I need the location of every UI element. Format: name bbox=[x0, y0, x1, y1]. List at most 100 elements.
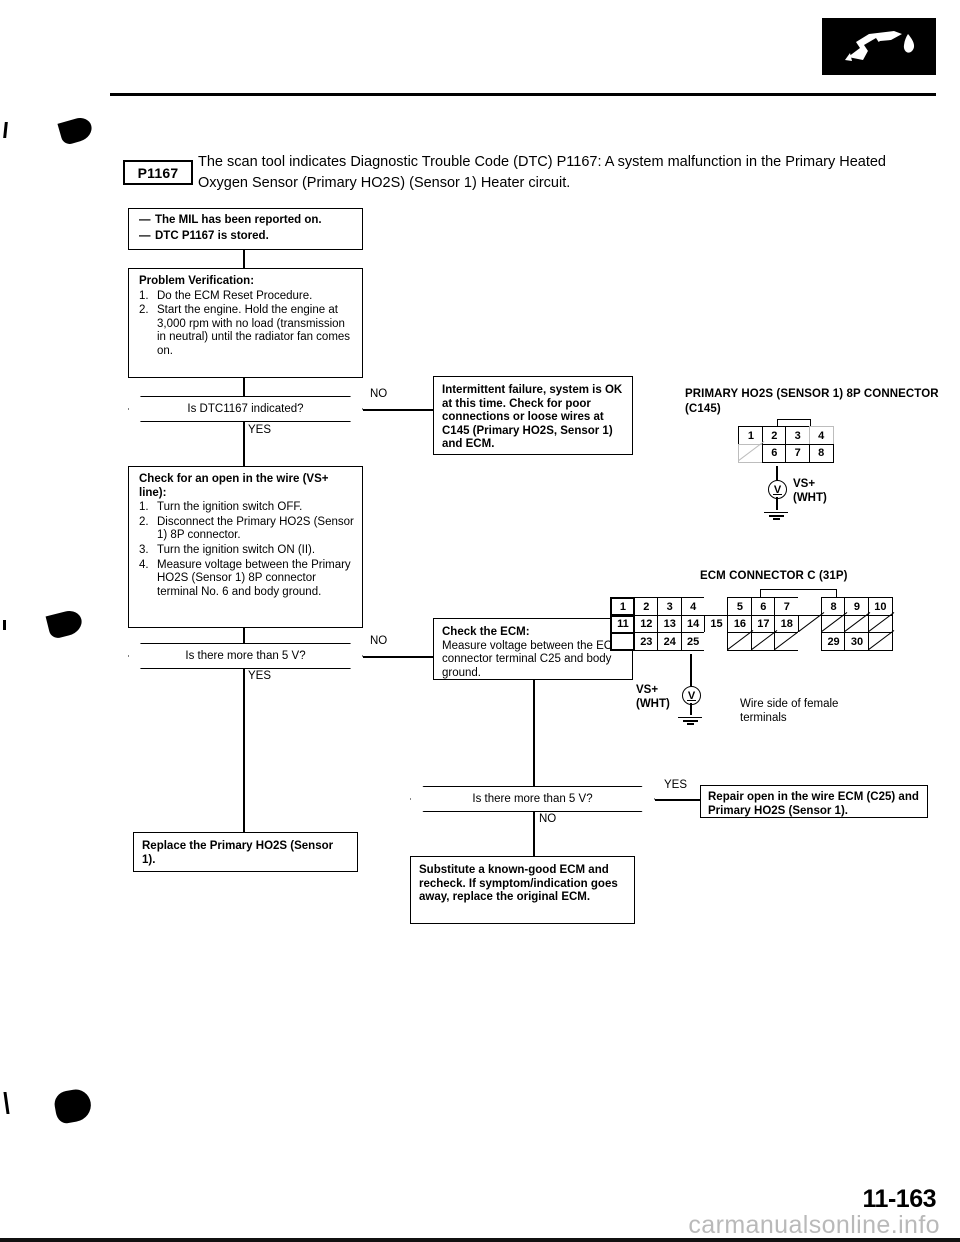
terminal-cell: 5 bbox=[727, 597, 753, 617]
list-item: 2. Disconnect the Primary HO2S (Sensor 1… bbox=[139, 516, 354, 543]
terminal-cell-blank bbox=[867, 632, 893, 652]
terminal-cell: 10 bbox=[867, 597, 893, 617]
flow-connector bbox=[243, 422, 245, 466]
manual-page: P1167 The scan tool indicates Diagnostic… bbox=[0, 0, 960, 1242]
check-open-wire-box: Check for an open in the wire (VS+ line)… bbox=[128, 466, 363, 628]
connector-row-bottom: 6 7 8 bbox=[738, 443, 834, 463]
box-text: Intermittent failure, system is OK at th… bbox=[442, 384, 623, 451]
terminal-gap bbox=[704, 597, 730, 617]
flow-connector bbox=[243, 378, 245, 396]
terminal-cell: 3 bbox=[785, 426, 811, 446]
list-item: 4. Measure voltage between the Primary H… bbox=[139, 559, 354, 600]
flow-connector bbox=[243, 628, 245, 643]
step-number: 4. bbox=[139, 558, 149, 571]
vs-plus-label-ecm: VS+ (WHT) bbox=[636, 683, 670, 711]
signal-name: VS+ bbox=[793, 478, 816, 490]
flow-connector bbox=[533, 680, 535, 786]
symptom-list: The MIL has been reported on. DTC P1167 … bbox=[139, 214, 354, 243]
step-number: 2. bbox=[139, 515, 149, 528]
step-text: Turn the ignition switch OFF. bbox=[157, 501, 303, 514]
terminal-cell: 2 bbox=[761, 426, 787, 446]
flow-connector bbox=[363, 656, 433, 658]
list-item: 1. Do the ECM Reset Procedure. bbox=[139, 290, 354, 304]
step-text: Measure voltage between the Primary HO2S… bbox=[157, 558, 351, 598]
flow-connector bbox=[243, 669, 245, 832]
wire-color: (WHT) bbox=[636, 698, 670, 710]
ground-symbol bbox=[764, 510, 788, 521]
list-item: 3. Turn the ignition switch ON (II). bbox=[139, 544, 354, 558]
terminal-gap bbox=[797, 597, 823, 617]
step-number: 1. bbox=[139, 289, 149, 302]
decision-question: Is there more than 5 V? bbox=[472, 793, 593, 805]
vs-plus-label-8p: VS+ (WHT) bbox=[793, 477, 827, 505]
wire-side-note: Wire side of female terminals bbox=[740, 698, 839, 724]
decision-question: Is DTC1167 indicated? bbox=[187, 403, 304, 415]
problem-verification-box: Problem Verification: 1. Do the ECM Rese… bbox=[128, 268, 363, 378]
step-list: 1. Turn the ignition switch OFF. 2. Disc… bbox=[139, 501, 354, 599]
terminal-cell: 4 bbox=[808, 426, 834, 446]
terminal-cell: 25 bbox=[680, 632, 706, 652]
box-title: Problem Verification: bbox=[139, 275, 255, 287]
decision-yes-label: YES bbox=[248, 670, 272, 682]
scan-artifact-blob bbox=[57, 115, 95, 146]
terminal-cell: 18 bbox=[774, 614, 800, 634]
probe-lead bbox=[776, 466, 778, 480]
decision-no-label: NO bbox=[539, 813, 557, 825]
box-text: Repair open in the wire ECM (C25) and Pr… bbox=[708, 791, 919, 817]
header-rule bbox=[110, 93, 936, 96]
terminal-cell: 4 bbox=[680, 597, 706, 617]
list-item: The MIL has been reported on. bbox=[139, 214, 354, 228]
ecm-connector-row-3: 23 24 25 29 30 bbox=[610, 632, 893, 652]
flow-connector bbox=[243, 250, 245, 268]
decision-dtc-indicated: Is DTC1167 indicated? bbox=[128, 396, 363, 422]
fuel-nozzle-logo bbox=[822, 18, 936, 75]
site-watermark: carmanualsonline.info bbox=[688, 1211, 940, 1239]
scan-artifact-blob bbox=[52, 1087, 94, 1125]
dtc-code-badge: P1167 bbox=[123, 160, 193, 185]
list-item: 2. Start the engine. Hold the engine at … bbox=[139, 304, 354, 358]
terminal-cell: 15 bbox=[704, 614, 730, 634]
fuel-nozzle-icon bbox=[845, 30, 915, 61]
terminal-cell: 8 bbox=[808, 443, 834, 463]
terminal-cell: 14 bbox=[680, 614, 706, 634]
replace-sensor-box: Replace the Primary HO2S (Sensor 1). bbox=[133, 832, 358, 872]
box-text: Substitute a known-good ECM and recheck.… bbox=[419, 864, 618, 904]
flow-connector bbox=[363, 409, 433, 411]
box-title: Check for an open in the wire (VS+ line)… bbox=[139, 473, 329, 499]
terminal-cell-blank bbox=[797, 614, 823, 634]
decision-voltage-sensor: Is there more than 5 V? bbox=[128, 643, 363, 669]
terminal-cell: 12 bbox=[633, 614, 659, 634]
ground-symbol bbox=[678, 715, 702, 726]
list-item: DTC P1167 is stored. bbox=[139, 230, 354, 244]
step-number: 1. bbox=[139, 501, 149, 514]
terminal-cell-blank bbox=[844, 614, 870, 634]
terminal-cell: 23 bbox=[633, 632, 659, 652]
ecm-connector-title: ECM CONNECTOR C (31P) bbox=[700, 570, 848, 582]
decision-voltage-ecm: Is there more than 5 V? bbox=[410, 786, 655, 812]
check-ecm-box: Check the ECM: Measure voltage between t… bbox=[433, 618, 633, 680]
terminal-cell: 1 bbox=[610, 597, 636, 617]
signal-name: VS+ bbox=[636, 684, 659, 696]
terminal-cell: 17 bbox=[750, 614, 776, 634]
scan-artifact-tick bbox=[3, 122, 8, 138]
decision-no-label: NO bbox=[370, 388, 388, 400]
flow-connector bbox=[533, 812, 535, 856]
wire-color: (WHT) bbox=[793, 492, 827, 504]
step-text: Disconnect the Primary HO2S (Sensor 1) 8… bbox=[157, 515, 354, 542]
symptom-box: The MIL has been reported on. DTC P1167 … bbox=[128, 208, 363, 250]
terminal-cell: 16 bbox=[727, 614, 753, 634]
primary-ho2s-connector-title: PRIMARY HO2S (SENSOR 1) 8P CONNECTOR bbox=[685, 388, 939, 400]
step-number: 2. bbox=[139, 304, 149, 317]
terminal-cell: 2 bbox=[633, 597, 659, 617]
box-title: Check the ECM: bbox=[442, 626, 530, 638]
decision-no-label: NO bbox=[370, 635, 388, 647]
page-number: 11-163 bbox=[862, 1185, 937, 1213]
substitute-ecm-box: Substitute a known-good ECM and recheck.… bbox=[410, 856, 635, 924]
terminal-gap bbox=[704, 632, 730, 652]
scan-artifact-blob bbox=[45, 608, 85, 640]
list-item: 1. Turn the ignition switch OFF. bbox=[139, 501, 354, 515]
step-number: 3. bbox=[139, 543, 149, 556]
terminal-cell: 11 bbox=[610, 614, 636, 634]
decision-yes-label: YES bbox=[248, 424, 272, 436]
intermittent-failure-box: Intermittent failure, system is OK at th… bbox=[433, 376, 633, 455]
